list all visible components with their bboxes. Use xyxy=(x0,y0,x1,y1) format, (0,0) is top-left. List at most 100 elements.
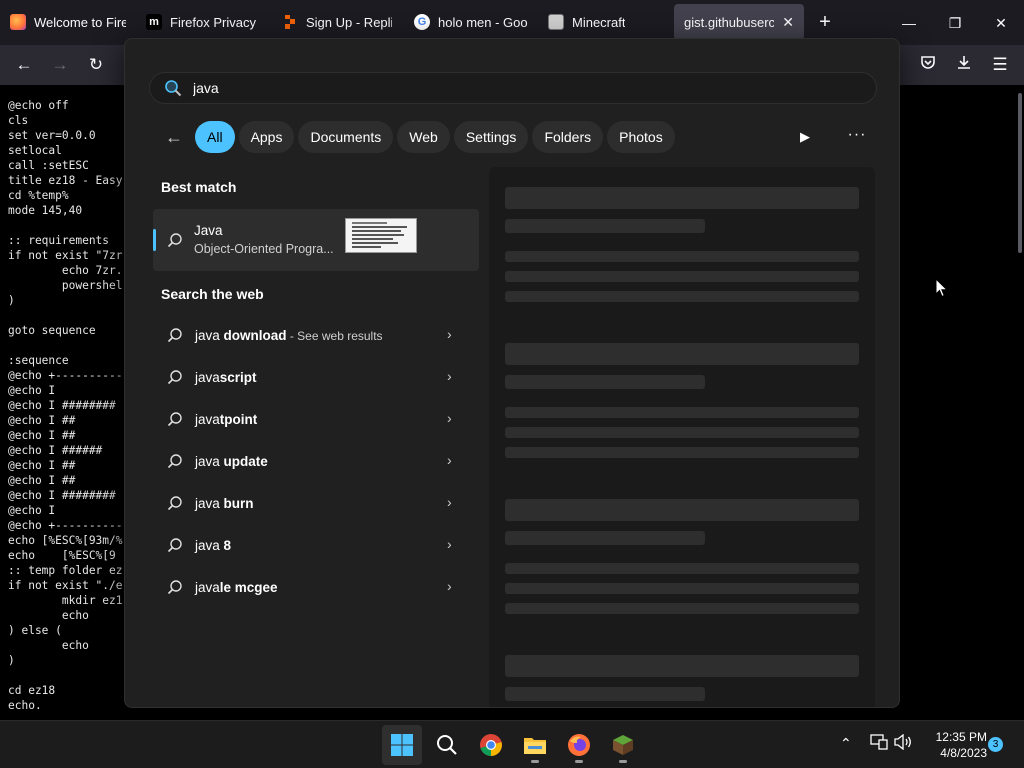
close-icon[interactable]: ✕ xyxy=(782,14,794,31)
web-results-list: java download - See web results › javascri… xyxy=(153,314,479,608)
tab-firefox-privacy[interactable]: m Firefox Privacy N xyxy=(136,4,270,40)
show-hidden-icons-chevron-icon[interactable]: ⌃ xyxy=(840,735,852,752)
file-explorer-app[interactable] xyxy=(515,725,555,765)
code-line: echo xyxy=(8,609,89,622)
start-button[interactable] xyxy=(382,725,422,765)
search-icon xyxy=(167,328,182,343)
downloads-icon[interactable] xyxy=(951,52,977,78)
code-line: :sequence xyxy=(8,354,69,367)
volume-icon[interactable] xyxy=(894,733,912,753)
back-arrow-button[interactable]: ← xyxy=(161,124,187,150)
loading-placeholder xyxy=(505,563,859,574)
code-line: @echo I ###### xyxy=(8,444,103,457)
code-line: @echo +---------- xyxy=(8,369,123,382)
web-result-item[interactable]: java update › xyxy=(153,440,479,482)
notification-badge[interactable]: 3 xyxy=(988,737,1003,752)
code-line: if not exist "./e xyxy=(8,579,123,592)
loading-placeholder xyxy=(505,447,859,458)
query-prefix: java xyxy=(195,411,220,427)
menu-icon[interactable]: ☰ xyxy=(987,52,1013,78)
scrollbar[interactable] xyxy=(1018,93,1022,253)
filter-web[interactable]: Web xyxy=(397,121,450,153)
web-result-item[interactable]: javale mcgee › xyxy=(153,566,479,608)
search-web-heading: Search the web xyxy=(161,286,264,302)
tab-minecraft[interactable]: Minecraft xyxy=(538,4,668,40)
filter-photos[interactable]: Photos xyxy=(607,121,675,153)
more-options-icon[interactable]: ··· xyxy=(845,125,869,149)
loading-placeholder xyxy=(505,499,859,521)
filter-apps[interactable]: Apps xyxy=(238,121,295,153)
chrome-app[interactable] xyxy=(471,725,511,765)
loading-placeholder xyxy=(505,219,705,233)
tab-gist-active[interactable]: gist.githubusercon ✕ xyxy=(674,4,804,40)
forward-button[interactable]: → xyxy=(47,52,73,78)
firefox-app[interactable] xyxy=(559,725,599,765)
code-line: ) else ( xyxy=(8,624,62,637)
search-icon xyxy=(167,580,182,595)
running-indicator xyxy=(619,760,627,763)
best-match-title: Java xyxy=(194,223,223,238)
close-window-button[interactable]: ✕ xyxy=(988,10,1014,36)
web-result-label: javale mcgee xyxy=(195,580,278,595)
web-result-item[interactable]: java burn › xyxy=(153,482,479,524)
reload-button[interactable]: ↻ xyxy=(83,52,109,78)
clock-time: 12:35 PM xyxy=(935,730,987,744)
loading-placeholder xyxy=(505,427,859,438)
search-icon xyxy=(437,735,457,755)
web-result-item[interactable]: java 8 › xyxy=(153,524,479,566)
web-result-item[interactable]: javascript › xyxy=(153,356,479,398)
filter-settings[interactable]: Settings xyxy=(453,121,529,153)
mozilla-icon: m xyxy=(146,14,162,30)
restore-button[interactable]: ❐ xyxy=(942,10,968,36)
best-match-result[interactable]: Java Object-Oriented Progra... xyxy=(153,209,479,271)
clock[interactable]: 12:35 PM 4/8/2023 xyxy=(915,729,987,761)
back-button[interactable]: ← xyxy=(11,52,37,78)
web-result-item[interactable]: javatpoint › xyxy=(153,398,479,440)
search-input[interactable] xyxy=(193,80,793,96)
minecraft-app[interactable] xyxy=(603,725,643,765)
loading-placeholder xyxy=(505,603,859,614)
best-match-heading: Best match xyxy=(161,179,237,195)
code-line: ) xyxy=(8,654,15,667)
loading-placeholder xyxy=(505,251,859,262)
code-line: @echo I ## xyxy=(8,429,76,442)
new-tab-button[interactable]: + xyxy=(812,10,838,36)
pocket-icon[interactable] xyxy=(915,52,941,78)
minimize-button[interactable]: — xyxy=(896,10,922,36)
tab-welcome-firefox[interactable]: Welcome to Firef xyxy=(0,4,136,40)
filter-folders[interactable]: Folders xyxy=(532,121,604,153)
filter-all[interactable]: All xyxy=(195,121,235,153)
code-line: @echo off xyxy=(8,99,69,112)
search-icon xyxy=(165,80,182,97)
code-line: call :setESC xyxy=(8,159,89,172)
code-line: @echo I ## xyxy=(8,414,76,427)
suggestion-completion: download xyxy=(219,327,287,343)
minecraft-icon xyxy=(548,14,564,30)
tab-replit[interactable]: Sign Up - Replit xyxy=(272,4,402,40)
tab-google-search[interactable]: G holo men - Goog xyxy=(404,4,538,40)
network-icon[interactable] xyxy=(870,734,888,753)
code-line: powershel xyxy=(8,279,123,292)
web-result-item[interactable]: java download - See web results › xyxy=(153,314,479,356)
code-line: mode 145,40 xyxy=(8,204,83,217)
query-prefix: java xyxy=(195,537,220,553)
code-line: echo [%ESC%[93m/% xyxy=(8,534,123,547)
code-line: echo xyxy=(8,639,89,652)
search-icon xyxy=(167,454,182,469)
filter-documents[interactable]: Documents xyxy=(298,121,394,153)
code-line: @echo I ######## xyxy=(8,399,116,412)
web-result-label: javascript xyxy=(195,370,257,385)
play-icon[interactable]: ▶ xyxy=(793,125,817,149)
search-icon xyxy=(167,233,182,248)
best-match-subtitle: Object-Oriented Progra... xyxy=(194,242,334,256)
taskbar-search-button[interactable] xyxy=(427,725,467,765)
suggestion-completion: tpoint xyxy=(219,411,258,427)
search-filter-tabs: All Apps Documents Web Settings Folders … xyxy=(195,121,675,153)
code-line: mkdir ez1 xyxy=(8,594,123,607)
suggestion-completion: burn xyxy=(219,495,254,511)
search-box[interactable] xyxy=(149,72,877,104)
code-line: cd ez18 xyxy=(8,684,56,697)
query-prefix: java xyxy=(195,327,220,343)
